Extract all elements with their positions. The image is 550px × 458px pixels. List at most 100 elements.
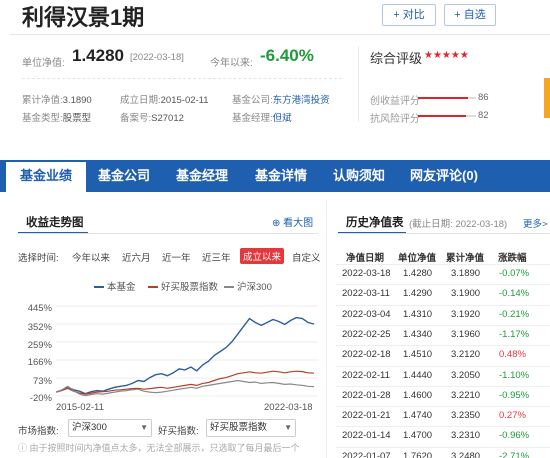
record-info: 备案号:S27012 — [120, 110, 184, 124]
row-unit-nav: 1.4280 — [403, 268, 433, 279]
trend-title: 收益走势图 — [26, 217, 84, 229]
compare-button[interactable]: + 对比 — [382, 4, 436, 26]
table-row — [336, 345, 550, 347]
ytd-label: 今年以来: — [210, 58, 253, 69]
y-tick: 73% — [32, 376, 52, 387]
row-date: 2022-01-14 — [342, 430, 391, 442]
row-cum-nav: 3.1900 — [451, 288, 481, 300]
divider — [22, 78, 342, 79]
range-custom[interactable]: 自定义 — [292, 250, 321, 264]
range-3y[interactable]: 近三年 — [202, 250, 231, 264]
market-index-select[interactable]: 沪深300 ▼ — [68, 419, 152, 437]
row-change: -0.14% — [499, 288, 530, 300]
more-link[interactable]: 更多> — [523, 216, 548, 230]
tab-details[interactable]: 基金详情 — [242, 160, 320, 192]
row-date: 2022-02-25 — [342, 328, 391, 340]
legend-haomai-swatch — [148, 286, 158, 289]
row-unit-nav: 1.4440 — [403, 369, 433, 381]
nav-date: [2022-03-18] — [130, 52, 184, 63]
row-unit-nav: 1.4310 — [403, 308, 433, 320]
range-1y[interactable]: 近一年 — [162, 250, 191, 264]
row-date: 2022-02-18 — [342, 349, 391, 361]
row-cum-nav: 3.1890 — [451, 268, 481, 279]
row-change: -0.95% — [499, 389, 530, 401]
established-value: 2015-02-11 — [160, 95, 209, 106]
row-unit-nav: 1.4510 — [403, 349, 433, 361]
risk-score-bar — [418, 115, 466, 117]
manager-link[interactable]: 但斌 — [273, 113, 292, 124]
legend-haomai[interactable]: 好买股票指数 — [148, 279, 218, 293]
chevron-down-icon: ▼ — [284, 423, 292, 432]
row-cum-nav: 3.2480 — [451, 450, 481, 458]
col-header-change: 涨跌幅 — [498, 253, 527, 264]
zoom-link[interactable]: ⊕ 看大图 — [272, 214, 313, 229]
range-label: 选择时间: — [18, 253, 59, 264]
manager-label: 基金经理: — [232, 113, 273, 124]
legend-fund-label: 本基金 — [107, 282, 136, 293]
risk-score-label: 抗风险评分 — [370, 114, 420, 125]
row-unit-nav: 1.7620 — [403, 450, 433, 458]
table-row — [336, 284, 550, 286]
chevron-down-icon: ▼ — [140, 423, 148, 432]
haomai-index-label: 好买指数: — [158, 426, 199, 437]
tab-manager[interactable]: 基金经理 — [162, 160, 242, 192]
row-date: 2022-01-21 — [342, 410, 391, 422]
market-index-value: 沪深300 — [72, 422, 107, 433]
row-cum-nav: 3.2310 — [451, 430, 481, 442]
company-link[interactable]: 东方港湾投资 — [273, 95, 330, 106]
row-cum-nav: 3.2350 — [451, 410, 481, 422]
row-date: 2022-03-18 — [342, 268, 391, 279]
row-date: 2022-01-07 — [342, 450, 391, 458]
cum-nav-info: 累计净值:3.1890 — [22, 92, 92, 106]
row-change: -2.71% — [499, 450, 530, 458]
legend-hs300-label: 沪深300 — [237, 282, 272, 293]
range-since-inception[interactable]: 成立以来 — [240, 248, 285, 264]
side-float-tab[interactable] — [544, 78, 550, 118]
divider — [358, 46, 359, 122]
col-header-cum[interactable]: 累计净值 — [446, 250, 484, 264]
row-change: -0.21% — [499, 308, 530, 320]
tab-company[interactable]: 基金公司 — [86, 160, 162, 192]
company-info: 基金公司:东方港湾投资 — [232, 92, 330, 106]
history-title: 历史净值表 — [346, 217, 404, 229]
company-label: 基金公司: — [232, 95, 273, 106]
row-cum-nav: 3.1960 — [451, 328, 481, 340]
legend-fund[interactable]: 本基金 — [94, 279, 136, 293]
return-score-bar — [418, 97, 468, 99]
ytd-value: -6.40% — [260, 46, 314, 65]
col-header-unit: 单位净值 — [398, 253, 437, 264]
haomai-index-value: 好买股票指数 — [210, 422, 268, 433]
row-unit-nav: 1.4600 — [403, 389, 433, 401]
divider — [338, 233, 550, 234]
range-6m[interactable]: 近六月 — [122, 250, 151, 264]
y-tick: 166% — [27, 357, 52, 368]
tab-subscription[interactable]: 认购须知 — [320, 160, 398, 192]
add-watchlist-button[interactable]: + 自选 — [444, 4, 496, 26]
row-change: -1.17% — [499, 328, 530, 340]
y-tick: 352% — [27, 322, 52, 333]
divider — [10, 34, 550, 35]
table-row — [336, 304, 550, 306]
tab-performance[interactable]: 基金业绩 — [6, 160, 86, 192]
row-date: 2022-02-11 — [342, 369, 390, 381]
row-unit-nav: 1.4740 — [403, 410, 433, 422]
divider — [326, 200, 327, 458]
table-row — [336, 365, 550, 367]
zoom-icon: ⊕ — [272, 218, 284, 229]
x-tick-end: 2022-03-18 — [264, 402, 313, 413]
fund-type-value: 股票型 — [62, 113, 92, 124]
haomai-index-select[interactable]: 好买股票指数 ▼ — [206, 419, 296, 437]
main-tabs: 基金业绩 基金公司 基金经理 基金详情 认购须知 网友评论(0) — [0, 160, 550, 192]
trend-chart[interactable] — [56, 300, 318, 402]
range-ytd[interactable]: 今年以来 — [72, 250, 110, 264]
chart-note: ⓘ 由于按照时间内净值点太多，无法全部展示，只选取了每月最后一个 — [18, 441, 300, 454]
return-score-value: 86 — [478, 92, 489, 103]
row-date: 2022-01-28 — [342, 389, 391, 401]
tab-comments[interactable]: 网友评论(0) — [398, 160, 490, 192]
legend-hs300[interactable]: 沪深300 — [224, 279, 272, 293]
established-info: 成立日期:2015-02-11 — [120, 92, 209, 106]
fund-type-info: 基金类型:股票型 — [22, 110, 91, 124]
market-index-label: 市场指数: — [18, 426, 59, 437]
row-cum-nav: 3.1920 — [451, 308, 481, 320]
zoom-label: 看大图 — [283, 218, 314, 229]
